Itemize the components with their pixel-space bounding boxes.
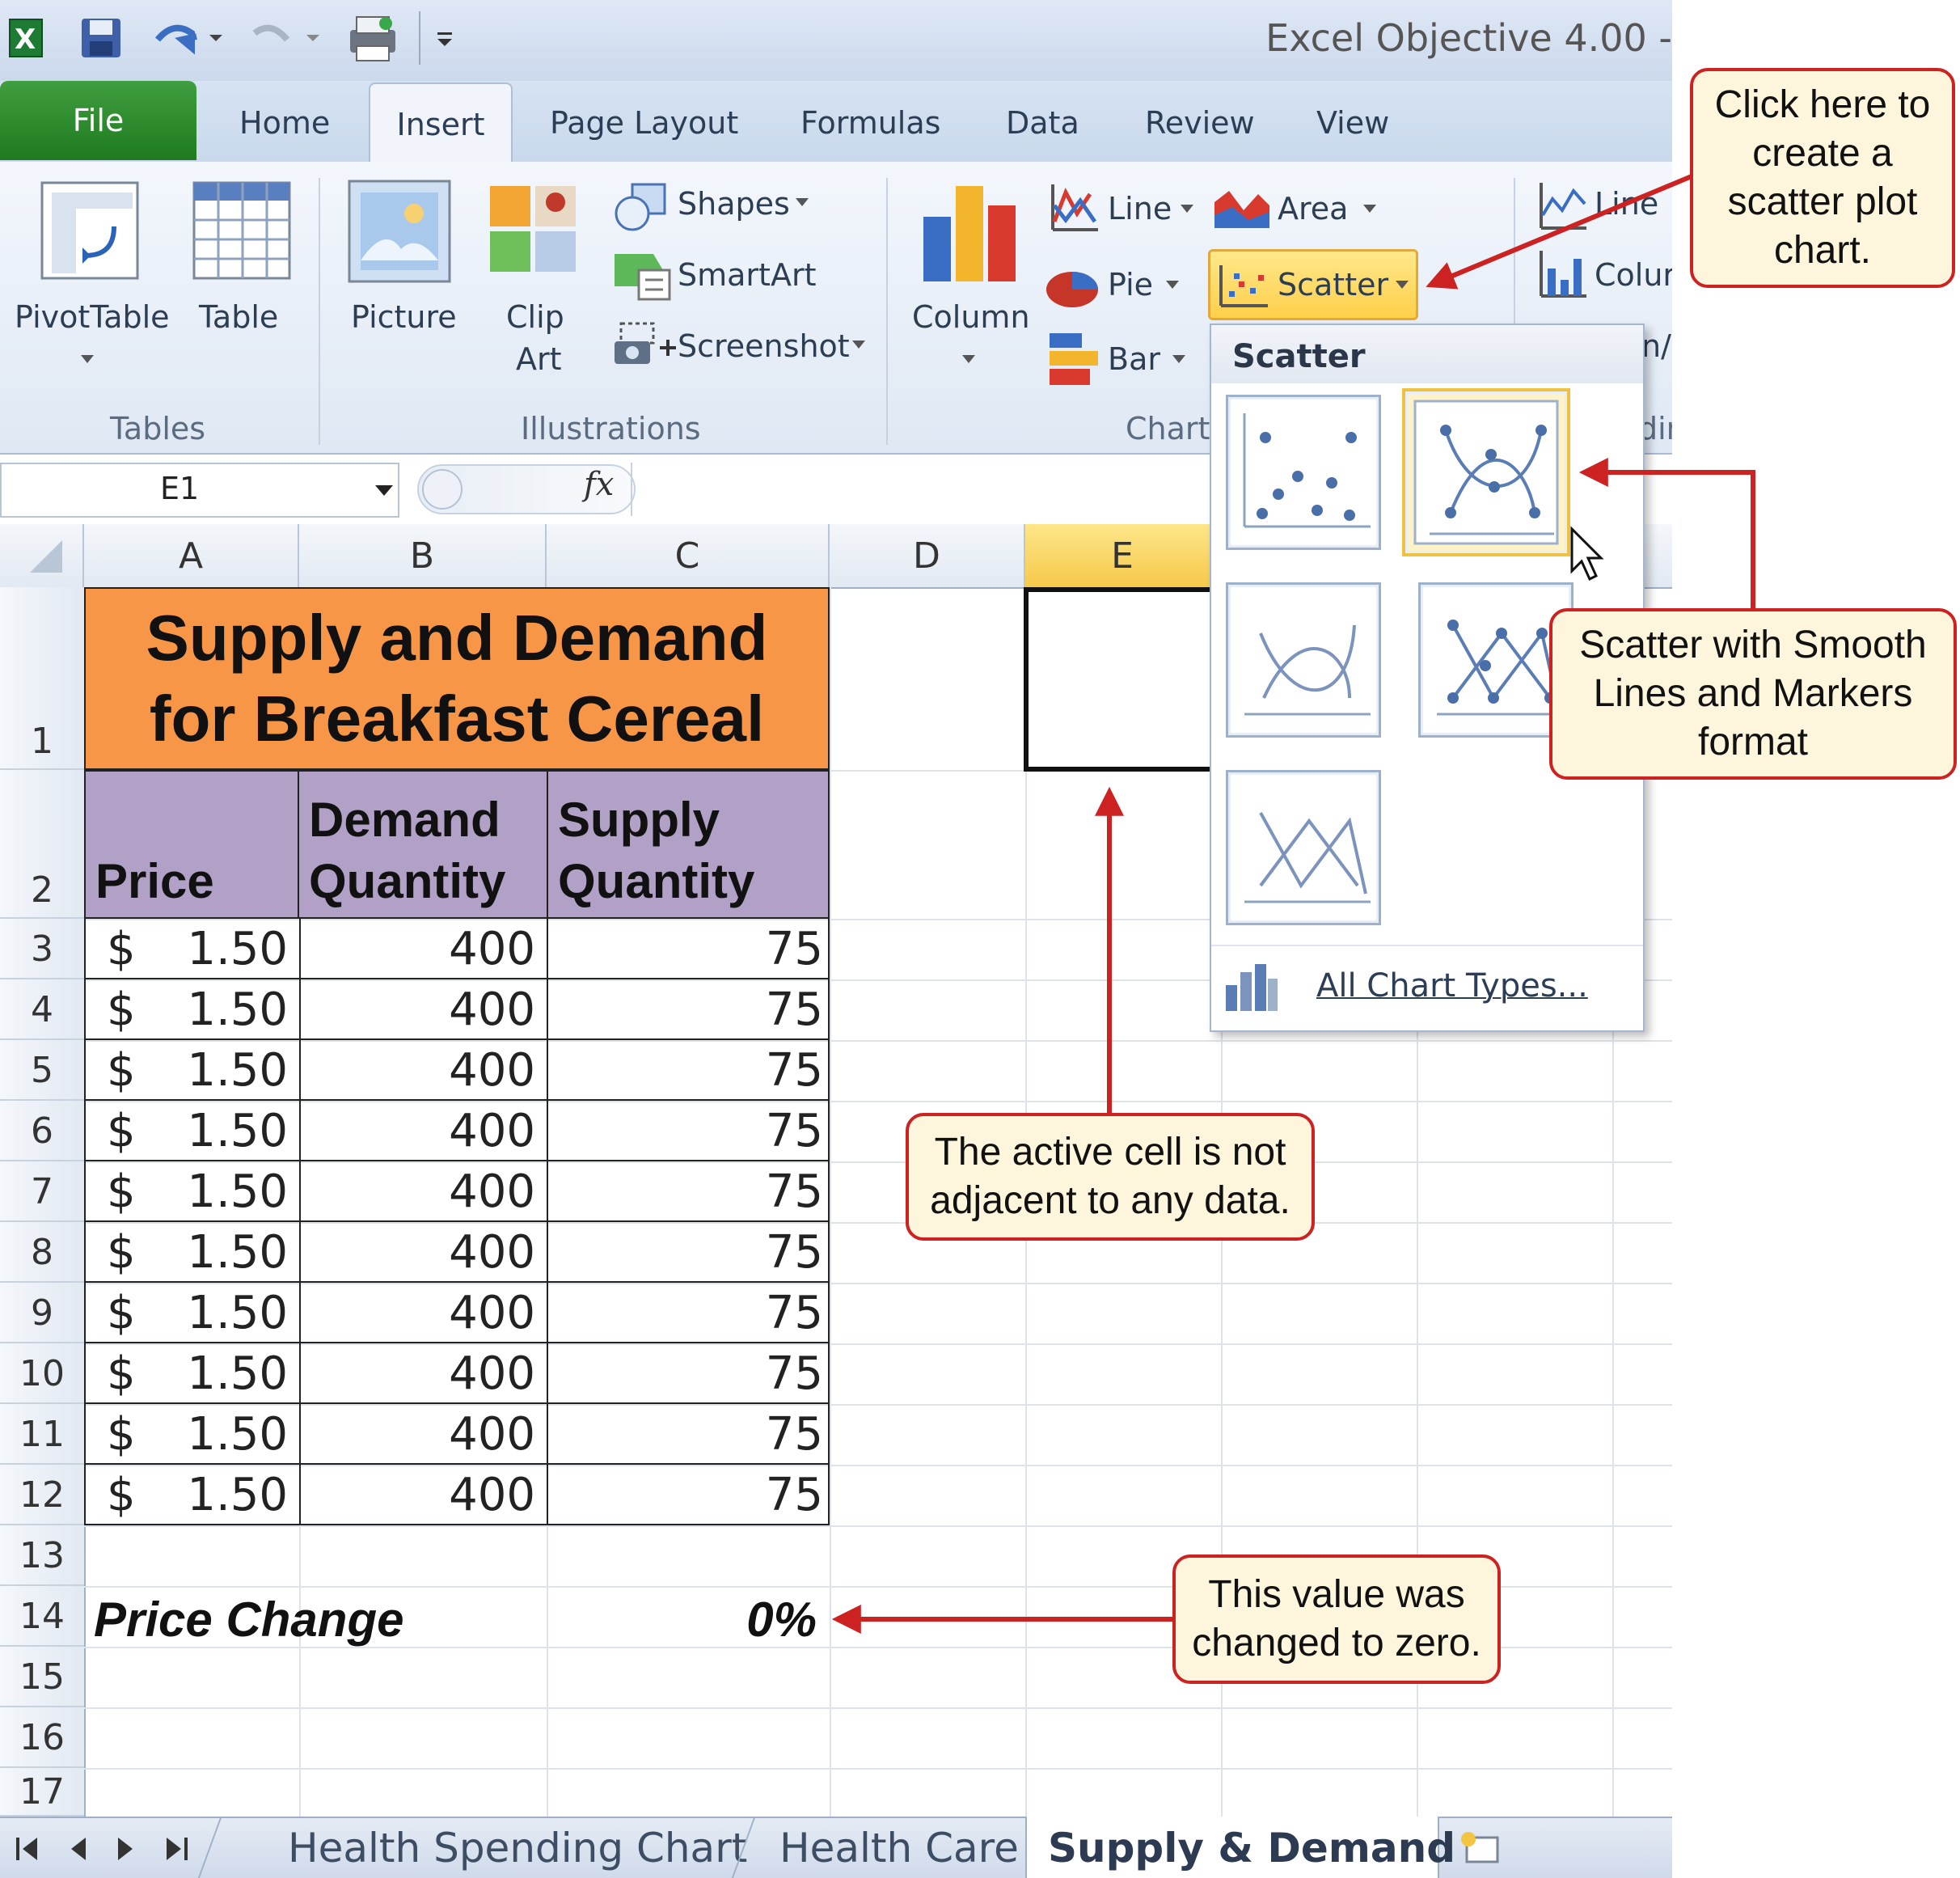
annotation-arrows	[831, 174, 1755, 1634]
callout-value: This value was changed to zero.	[1172, 1554, 1501, 1684]
arrow-format-option	[1578, 458, 1755, 608]
callout-active-cell: The active cell is not adjacent to any d…	[906, 1113, 1315, 1241]
callout-scatter: Click here to create a scatter plot char…	[1690, 68, 1955, 288]
arrow-scatter-button	[1426, 174, 1693, 290]
callout-format: Scatter with Smooth Lines and Markers fo…	[1549, 608, 1957, 780]
